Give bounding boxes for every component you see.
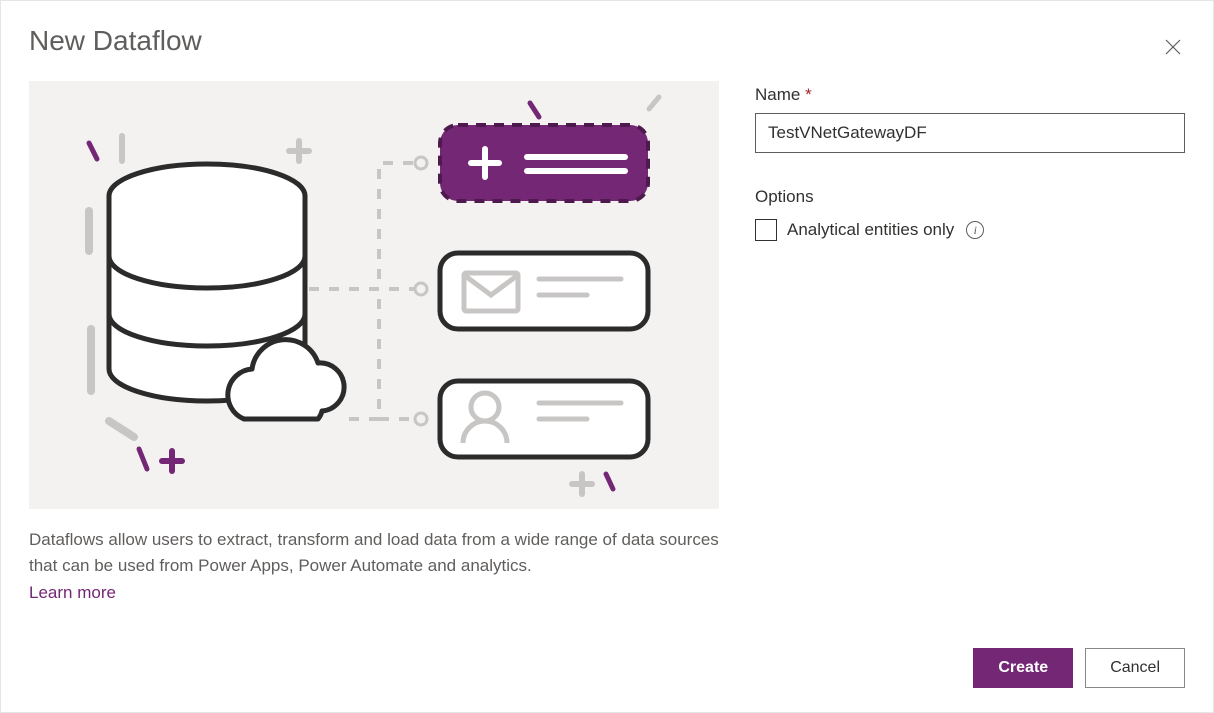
- dialog-footer: Create Cancel: [973, 648, 1185, 688]
- new-dataflow-dialog: New Dataflow: [0, 0, 1214, 713]
- options-header: Options: [755, 187, 1185, 207]
- description-block: Dataflows allow users to extract, transf…: [29, 527, 719, 606]
- analytical-entities-checkbox[interactable]: [755, 219, 777, 241]
- name-input[interactable]: [755, 113, 1185, 153]
- dialog-header: New Dataflow: [29, 25, 1185, 81]
- close-icon: [1165, 39, 1181, 55]
- left-column: Dataflows allow users to extract, transf…: [29, 81, 719, 606]
- info-icon[interactable]: i: [966, 221, 984, 239]
- analytical-entities-label: Analytical entities only: [787, 220, 954, 240]
- name-label-text: Name: [755, 85, 800, 104]
- description-text: Dataflows allow users to extract, transf…: [29, 530, 719, 575]
- form-panel: Name * Options Analytical entities only …: [755, 81, 1185, 606]
- close-button[interactable]: [1157, 31, 1189, 63]
- dialog-title: New Dataflow: [29, 25, 202, 57]
- analytical-entities-row: Analytical entities only i: [755, 219, 1185, 241]
- dataflow-illustration: [29, 81, 719, 509]
- required-asterisk: *: [805, 85, 812, 104]
- name-label: Name *: [755, 85, 1185, 105]
- learn-more-link[interactable]: Learn more: [29, 583, 116, 602]
- create-button[interactable]: Create: [973, 648, 1073, 688]
- cancel-button[interactable]: Cancel: [1085, 648, 1185, 688]
- dialog-body: Dataflows allow users to extract, transf…: [29, 81, 1185, 606]
